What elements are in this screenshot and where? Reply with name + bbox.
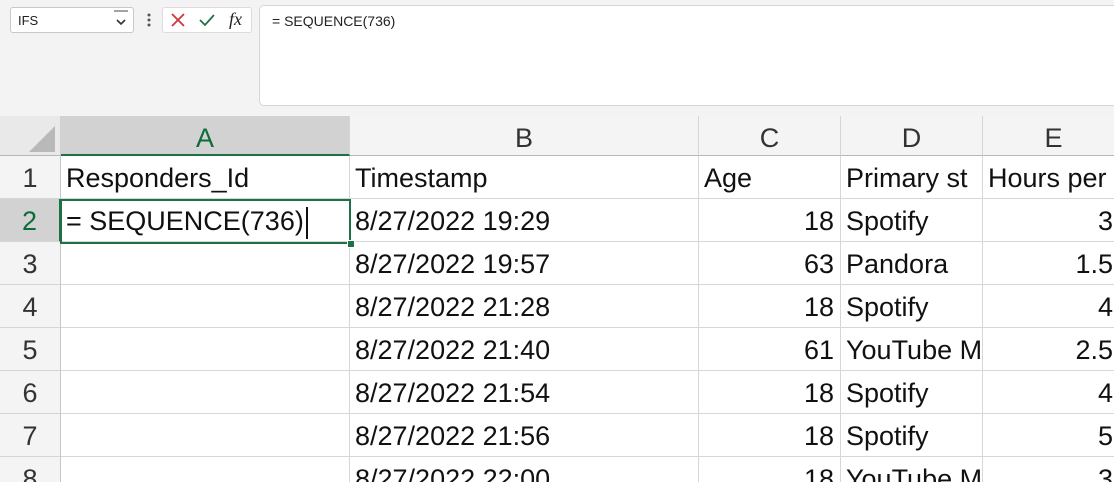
cell-e2[interactable]: 3 <box>983 199 1114 242</box>
check-icon[interactable] <box>198 12 216 33</box>
row-header-6[interactable]: 6 <box>0 371 61 414</box>
row-header-7[interactable]: 7 <box>0 414 61 457</box>
cell-a1[interactable]: Responders_Id <box>61 156 350 199</box>
column-header-e[interactable]: E <box>983 116 1114 156</box>
column-header-a[interactable]: A <box>61 116 350 156</box>
name-box-value: IFS <box>18 13 39 28</box>
cell-c8[interactable]: 18 <box>699 457 841 482</box>
formula-bar-area: IFS fx = SEQUENCE(736) <box>0 0 1114 116</box>
row-header-1[interactable]: 1 <box>0 156 61 199</box>
column-header-d[interactable]: D <box>841 116 983 156</box>
x-icon[interactable] <box>170 12 186 33</box>
cell-a4[interactable] <box>61 285 350 328</box>
cell-b1[interactable]: Timestamp <box>350 156 699 199</box>
cell-a5[interactable] <box>61 328 350 371</box>
cell-e3[interactable]: 1.5 <box>983 242 1114 285</box>
formula-buttons: fx <box>162 7 252 33</box>
cell-b2[interactable]: 8/27/2022 19:29 <box>350 199 699 242</box>
cell-b6[interactable]: 8/27/2022 21:54 <box>350 371 699 414</box>
cell-e8[interactable]: 3 <box>983 457 1114 482</box>
cell-d5[interactable]: YouTube M <box>841 328 983 371</box>
cell-b4[interactable]: 8/27/2022 21:28 <box>350 285 699 328</box>
row-header-2[interactable]: 2 <box>0 199 61 242</box>
select-all-corner[interactable] <box>0 116 61 156</box>
cell-e7[interactable]: 5 <box>983 414 1114 457</box>
cell-e4[interactable]: 4 <box>983 285 1114 328</box>
active-cell-border <box>60 199 351 244</box>
row-header-3[interactable]: 3 <box>0 242 61 285</box>
column-header-b[interactable]: B <box>350 116 699 156</box>
formula-input[interactable]: = SEQUENCE(736) <box>259 5 1114 106</box>
cell-c6[interactable]: 18 <box>699 371 841 414</box>
cell-b7[interactable]: 8/27/2022 21:56 <box>350 414 699 457</box>
row-header-4[interactable]: 4 <box>0 285 61 328</box>
more-options-icon[interactable] <box>146 10 152 28</box>
cell-a8[interactable] <box>61 457 350 482</box>
cell-d4[interactable]: Spotify <box>841 285 983 328</box>
cell-c1[interactable]: Age <box>699 156 841 199</box>
column-header-c[interactable]: C <box>699 116 841 156</box>
formula-text: = SEQUENCE(736) <box>272 13 396 29</box>
fill-handle[interactable] <box>347 240 355 248</box>
spreadsheet-grid: A B C D E 1 2 3 4 5 6 7 8 Responders_Id … <box>0 116 1114 482</box>
cell-e1[interactable]: Hours per <box>983 156 1114 199</box>
cell-c7[interactable]: 18 <box>699 414 841 457</box>
row-header-8[interactable]: 8 <box>0 457 61 482</box>
cell-e6[interactable]: 4 <box>983 371 1114 414</box>
cell-d1[interactable]: Primary st <box>841 156 983 199</box>
chevron-down-icon[interactable] <box>111 9 131 31</box>
cell-b8[interactable]: 8/27/2022 22:00 <box>350 457 699 482</box>
cell-c5[interactable]: 61 <box>699 328 841 371</box>
cell-c2[interactable]: 18 <box>699 199 841 242</box>
cell-d3[interactable]: Pandora <box>841 242 983 285</box>
cell-a3[interactable] <box>61 242 350 285</box>
function-icon[interactable]: fx <box>229 9 242 30</box>
cell-d7[interactable]: Spotify <box>841 414 983 457</box>
cell-b3[interactable]: 8/27/2022 19:57 <box>350 242 699 285</box>
cell-c4[interactable]: 18 <box>699 285 841 328</box>
name-box[interactable]: IFS <box>10 7 134 33</box>
cell-d2[interactable]: Spotify <box>841 199 983 242</box>
cell-c3[interactable]: 63 <box>699 242 841 285</box>
row-header-5[interactable]: 5 <box>0 328 61 371</box>
cell-b5[interactable]: 8/27/2022 21:40 <box>350 328 699 371</box>
cell-a6[interactable] <box>61 371 350 414</box>
cell-d6[interactable]: Spotify <box>841 371 983 414</box>
cell-d8[interactable]: YouTube M <box>841 457 983 482</box>
cell-a7[interactable] <box>61 414 350 457</box>
cell-e5[interactable]: 2.5 <box>983 328 1114 371</box>
